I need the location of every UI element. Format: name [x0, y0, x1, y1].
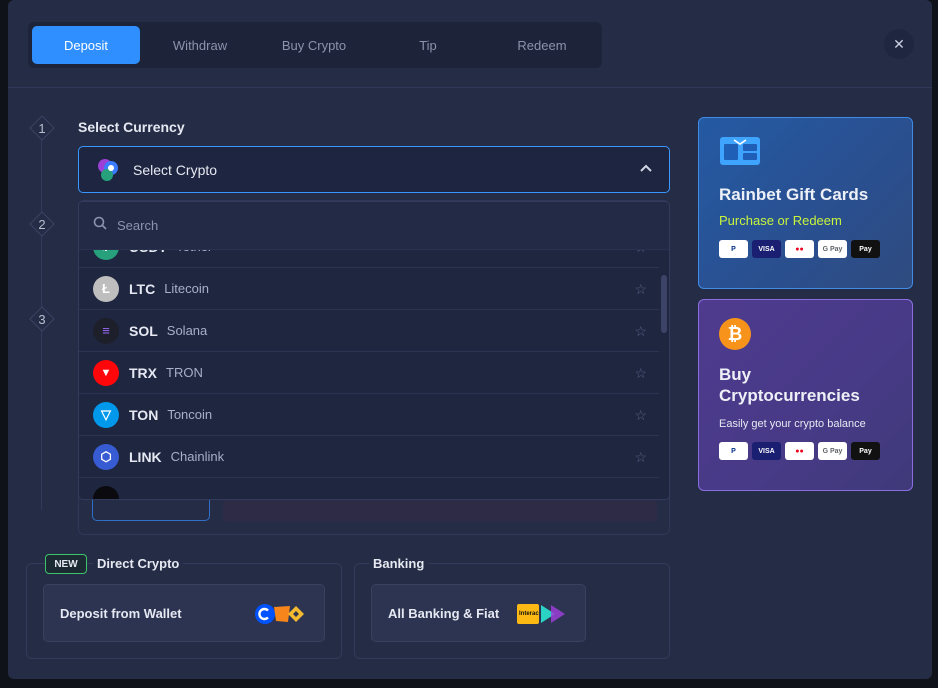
favorite-star-icon[interactable]: ☆: [634, 365, 647, 382]
mastercard-icon: ●●: [785, 442, 814, 460]
tab-tip[interactable]: Tip: [374, 26, 482, 64]
coin-ticker: TRX: [129, 364, 157, 381]
favorite-star-icon[interactable]: ☆: [634, 449, 647, 466]
step-indicator-2: 2: [29, 211, 55, 237]
favorite-star-icon[interactable]: ☆: [634, 323, 647, 340]
close-icon: ✕: [893, 35, 905, 52]
banking-providers-icon: Interac: [517, 603, 567, 628]
tab-bar: Deposit Withdraw Buy Crypto Tip Redeem: [28, 22, 602, 68]
crypto-dropdown: ₮ USDT Tether ☆ Ł LTC Litecoin ☆ ≡ SOL S…: [78, 201, 670, 500]
solana-icon: ≡: [93, 317, 119, 344]
google-pay-icon: G Pay: [818, 240, 847, 258]
tab-withdraw[interactable]: Withdraw: [146, 26, 254, 64]
coin-row-link[interactable]: ⬡ LINK Chainlink ☆: [79, 436, 661, 478]
crypto-select-label: Select Crypto: [133, 161, 218, 178]
deposit-modal: Deposit Withdraw Buy Crypto Tip Redeem ✕…: [8, 0, 932, 679]
direct-crypto-title: Direct Crypto: [93, 556, 184, 571]
tron-icon: ▼: [93, 359, 119, 386]
deposit-from-wallet-label: Deposit from Wallet: [60, 605, 182, 621]
paypal-icon: P: [719, 240, 748, 258]
visa-icon: VISA: [752, 442, 781, 460]
coin-name: Toncoin: [167, 407, 213, 422]
wallet-providers-icon: [254, 603, 306, 628]
favorite-star-icon[interactable]: ☆: [634, 281, 647, 298]
gift-card-icon: [719, 136, 761, 166]
select-currency-title: Select Currency: [78, 119, 185, 135]
favorite-star-icon[interactable]: ☆: [634, 407, 647, 424]
search-input[interactable]: [117, 218, 517, 233]
coin-name: Chainlink: [170, 449, 225, 464]
scrollbar-thumb[interactable]: [661, 275, 667, 333]
coin-ticker: TON: [129, 406, 159, 423]
crypto-stack-icon: [95, 156, 123, 184]
coin-name: Solana: [166, 323, 208, 338]
litecoin-icon: Ł: [93, 275, 119, 302]
payment-methods: P VISA ●● G Pay Pay: [719, 442, 892, 460]
all-banking-fiat-button[interactable]: All Banking & Fiat Interac: [371, 584, 586, 642]
crypto-list: ₮ USDT Tether ☆ Ł LTC Litecoin ☆ ≡ SOL S…: [79, 233, 661, 499]
crypto-select[interactable]: Select Crypto: [78, 146, 670, 193]
toncoin-icon: ▽: [93, 401, 119, 428]
apple-pay-icon: Pay: [851, 240, 880, 258]
coin-ticker: LTC: [129, 280, 156, 297]
bitcoin-icon: ₿: [719, 318, 751, 350]
coin-icon: [93, 485, 119, 499]
coin-name: TRON: [166, 365, 203, 380]
svg-text:Interac: Interac: [519, 611, 539, 617]
close-button[interactable]: ✕: [884, 29, 914, 59]
modal-header: Deposit Withdraw Buy Crypto Tip Redeem ✕: [8, 0, 932, 88]
gift-card-subtitle: Purchase or Redeem: [719, 213, 842, 228]
search-bar: [79, 202, 669, 250]
payment-methods: P VISA ●● G Pay Pay: [719, 240, 892, 258]
tab-buy-crypto[interactable]: Buy Crypto: [260, 26, 368, 64]
coin-ticker: LINK: [129, 448, 162, 465]
visa-icon: VISA: [752, 240, 781, 258]
apple-pay-icon: Pay: [851, 442, 880, 460]
coin-row-next[interactable]: [79, 478, 661, 499]
paypal-icon: P: [719, 442, 748, 460]
chainlink-icon: ⬡: [93, 443, 119, 470]
google-pay-icon: G Pay: [818, 442, 847, 460]
step-indicator-3: 3: [29, 306, 55, 332]
deposit-from-wallet-button[interactable]: Deposit from Wallet: [43, 584, 325, 642]
buy-crypto-title: Buy Cryptocurrencies: [719, 365, 860, 405]
buy-crypto-subtitle: Easily get your crypto balance: [719, 418, 866, 430]
coin-row-sol[interactable]: ≡ SOL Solana ☆: [79, 310, 661, 352]
tab-redeem[interactable]: Redeem: [488, 26, 596, 64]
coin-row-ltc[interactable]: Ł LTC Litecoin ☆: [79, 268, 661, 310]
chevron-up-icon: [639, 162, 653, 179]
new-badge: NEW: [45, 554, 87, 574]
step-indicator-1: 1: [29, 115, 55, 141]
buy-crypto-promo[interactable]: ₿ Buy Cryptocurrencies Easily get your c…: [698, 299, 913, 491]
search-icon: [93, 216, 107, 235]
gift-card-promo[interactable]: Rainbet Gift Cards Purchase or Redeem P …: [698, 117, 913, 289]
coin-row-ton[interactable]: ▽ TON Toncoin ☆: [79, 394, 661, 436]
gift-card-title: Rainbet Gift Cards: [719, 185, 869, 204]
all-banking-fiat-label: All Banking & Fiat: [388, 605, 500, 621]
coin-row-trx[interactable]: ▼ TRX TRON ☆: [79, 352, 661, 394]
coin-name: Litecoin: [164, 281, 209, 296]
mastercard-icon: ●●: [785, 240, 814, 258]
tab-deposit[interactable]: Deposit: [32, 26, 140, 64]
banking-title: Banking: [369, 556, 429, 571]
coin-ticker: SOL: [129, 322, 158, 339]
